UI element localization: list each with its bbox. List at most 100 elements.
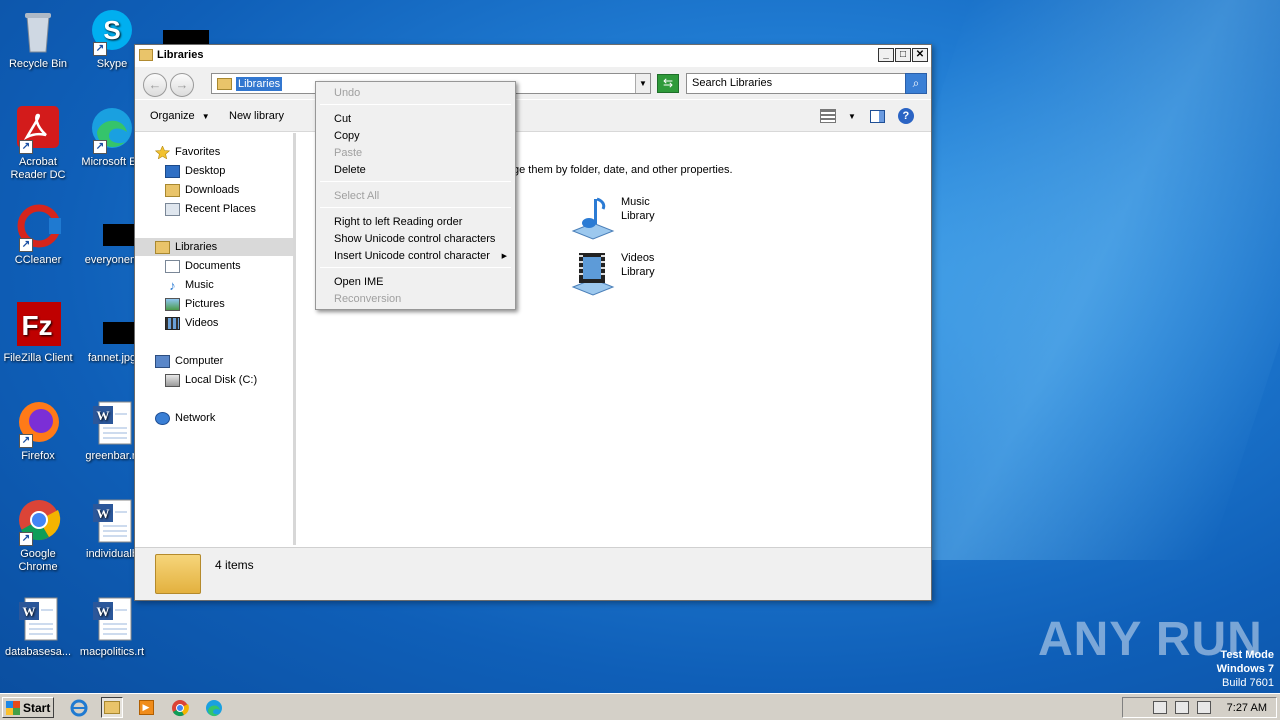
- nav-documents[interactable]: Documents: [135, 257, 293, 275]
- music-note-icon: ♪: [169, 277, 176, 293]
- nav-downloads[interactable]: Downloads: [135, 181, 293, 199]
- desktop-icon-ccleaner[interactable]: ↗ CCleaner: [0, 204, 76, 267]
- desktop-icon-macpolitics[interactable]: W macpolitics.rt: [74, 596, 150, 659]
- minimize-button[interactable]: _: [878, 48, 894, 62]
- desktop-icon-label: Firefox: [21, 450, 55, 462]
- address-dropdown-icon[interactable]: ▼: [635, 74, 650, 93]
- change-view-icon[interactable]: [820, 109, 836, 123]
- word-document-icon: W: [89, 596, 135, 642]
- forward-button[interactable]: →: [170, 73, 194, 97]
- menu-item-reconversion[interactable]: Reconversion: [334, 292, 401, 306]
- nav-computer[interactable]: Computer: [135, 352, 293, 370]
- action-center-flag-icon[interactable]: [1196, 701, 1211, 714]
- search-icon[interactable]: ⌕: [905, 73, 927, 94]
- nav-music[interactable]: ♪ Music: [135, 276, 293, 294]
- desktop-icon-label: macpolitics.rt: [79, 646, 145, 658]
- test-mode-line: Test Mode: [1220, 649, 1274, 661]
- address-text[interactable]: Libraries: [236, 77, 283, 91]
- menu-item-paste[interactable]: Paste: [334, 146, 362, 160]
- menu-item-open-ime[interactable]: Open IME: [334, 275, 384, 289]
- desktop-icon-recycle-bin[interactable]: Recycle Bin: [0, 8, 76, 71]
- nav-network[interactable]: Network: [135, 409, 293, 427]
- nav-label: Music: [185, 279, 214, 291]
- menu-item-insert-unicode[interactable]: Insert Unicode control character: [334, 249, 490, 263]
- start-button[interactable]: Start: [2, 697, 54, 718]
- filezilla-icon: Fz: [15, 302, 61, 348]
- window-titlebar[interactable]: Libraries _ □ ✕: [135, 45, 931, 65]
- library-item-videos[interactable]: Videos Library: [569, 251, 655, 297]
- nav-label: Network: [175, 412, 216, 424]
- edge-icon: ↗: [89, 106, 135, 154]
- menu-item-cut[interactable]: Cut: [334, 112, 351, 126]
- desktop-icon: [165, 164, 180, 178]
- taskbar-chrome-icon[interactable]: [169, 697, 191, 718]
- menu-item-undo[interactable]: Undo: [334, 86, 360, 100]
- view-options-chevron-icon[interactable]: ▼: [848, 112, 856, 121]
- search-input[interactable]: Search Libraries ⌕: [686, 73, 927, 94]
- address-bar-area: ← → Libraries ▼ ⇆ Search Libraries ⌕: [135, 67, 931, 99]
- desktop-icon-chrome[interactable]: ↗ Google Chrome: [0, 498, 76, 574]
- nav-local-disk[interactable]: Local Disk (C:): [135, 371, 293, 389]
- menu-separator: [320, 104, 511, 105]
- library-item-music[interactable]: Music Library: [569, 195, 655, 241]
- word-document-icon: W: [89, 400, 135, 446]
- menu-separator: [320, 207, 511, 208]
- windows-logo-icon: [6, 700, 20, 715]
- new-library-button[interactable]: New library: [229, 110, 284, 122]
- close-button[interactable]: ✕: [912, 48, 928, 62]
- taskbar-edge-icon[interactable]: [203, 697, 225, 718]
- menu-item-select-all[interactable]: Select All: [334, 189, 379, 203]
- organize-button[interactable]: Organize ▼: [150, 110, 210, 122]
- libraries-folder-icon: [217, 78, 232, 90]
- recycle-bin-icon: [15, 8, 61, 54]
- desktop-icon-databasesa[interactable]: W databasesa...: [0, 596, 76, 659]
- taskbar-explorer-icon[interactable]: [101, 697, 123, 718]
- clock[interactable]: 7:27 AM: [1227, 702, 1267, 714]
- help-icon[interactable]: ?: [897, 108, 914, 124]
- desktop-icon-filezilla[interactable]: Fz FileZilla Client: [0, 302, 76, 365]
- desktop-icon-label: databasesa...: [4, 646, 72, 658]
- nav-favorites[interactable]: Favorites: [135, 143, 293, 161]
- menu-item-delete[interactable]: Delete: [334, 163, 366, 177]
- menu-item-rtl-reading-order[interactable]: Right to left Reading order: [334, 215, 462, 229]
- videos-library-icon: [569, 251, 615, 297]
- nav-videos[interactable]: Videos: [135, 314, 293, 332]
- back-button[interactable]: ←: [143, 73, 167, 97]
- nav-recent-places[interactable]: Recent Places: [135, 200, 293, 218]
- svg-text:W: W: [97, 408, 110, 423]
- desktop-icon-acrobat[interactable]: ↗ Acrobat Reader DC: [0, 106, 76, 182]
- navigation-pane: Favorites Desktop Downloads Recent Place…: [135, 133, 296, 545]
- nav-pictures[interactable]: Pictures: [135, 295, 293, 313]
- maximize-button[interactable]: □: [895, 48, 911, 62]
- refresh-button[interactable]: ⇆: [657, 74, 679, 93]
- menu-item-show-unicode[interactable]: Show Unicode control characters: [334, 232, 495, 246]
- libraries-folder-icon: [139, 49, 153, 61]
- volume-icon[interactable]: [1152, 701, 1167, 714]
- hard-drive-icon: [165, 373, 180, 387]
- nav-label: Recent Places: [185, 203, 256, 215]
- nav-libraries[interactable]: Libraries: [135, 238, 293, 256]
- shortcut-arrow-icon: ↗: [19, 238, 33, 252]
- chrome-icon: ↗: [15, 498, 61, 546]
- menu-item-copy[interactable]: Copy: [334, 129, 360, 143]
- network-tray-icon[interactable]: [1174, 701, 1189, 714]
- library-type: Library: [621, 210, 655, 222]
- taskbar-ie-icon[interactable]: [68, 697, 90, 718]
- taskbar-media-player-icon[interactable]: ▶: [135, 697, 157, 718]
- shortcut-arrow-icon: ↗: [19, 140, 33, 154]
- shortcut-arrow-icon: ↗: [19, 434, 33, 448]
- desktop-icon-label: Recycle Bin: [8, 58, 68, 70]
- nav-label: Libraries: [175, 241, 218, 253]
- nav-desktop[interactable]: Desktop: [135, 162, 293, 180]
- redacted-label: [163, 30, 209, 44]
- word-document-icon: W: [89, 498, 135, 544]
- desktop-icon-firefox[interactable]: ↗ Firefox: [0, 400, 76, 463]
- desktop-icon-label: Google Chrome: [18, 548, 58, 573]
- libraries-intro-text: ge them by folder, date, and other prope…: [513, 164, 733, 176]
- shortcut-arrow-icon: ↗: [93, 140, 107, 154]
- submenu-arrow-icon: ▶: [501, 253, 507, 260]
- preview-pane-icon[interactable]: [869, 109, 885, 123]
- command-bar: Organize ▼ New library ▼ ?: [135, 100, 931, 132]
- nav-label: Favorites: [175, 146, 221, 158]
- svg-text:Fz: Fz: [21, 310, 52, 341]
